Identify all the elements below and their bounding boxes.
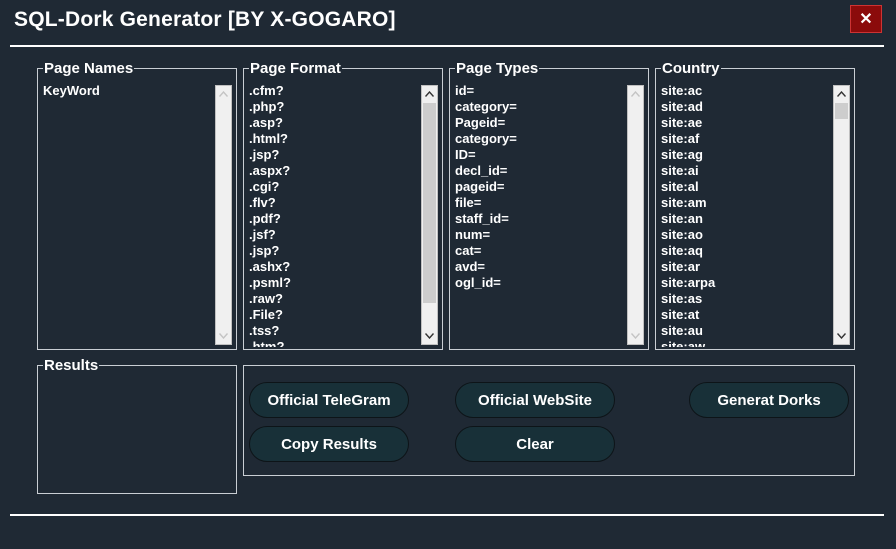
- list-item[interactable]: .jsf?: [249, 227, 420, 243]
- scroll-up-icon[interactable]: [216, 86, 231, 102]
- list-item[interactable]: .cgi?: [249, 179, 420, 195]
- list-item[interactable]: .jsp?: [249, 243, 420, 259]
- scroll-down-icon[interactable]: [216, 328, 231, 344]
- generate-dorks-button[interactable]: Generat Dorks: [689, 382, 849, 418]
- list-item[interactable]: file=: [455, 195, 626, 211]
- page-types-list[interactable]: id= category= Pageid= category= ID= decl_id= p…: [455, 83, 626, 347]
- country-scrollbar[interactable]: [833, 85, 850, 345]
- list-item[interactable]: site:ae: [661, 115, 832, 131]
- page-format-scrollbar[interactable]: [421, 85, 438, 345]
- list-item[interactable]: site:an: [661, 211, 832, 227]
- scroll-up-icon[interactable]: [628, 86, 643, 102]
- list-item[interactable]: staff_id=: [455, 211, 626, 227]
- official-website-button[interactable]: Official WebSite: [455, 382, 615, 418]
- list-item[interactable]: site:aq: [661, 243, 832, 259]
- list-item[interactable]: site:af: [661, 131, 832, 147]
- copy-results-button[interactable]: Copy Results: [249, 426, 409, 462]
- list-item[interactable]: .flv?: [249, 195, 420, 211]
- results-output[interactable]: [42, 378, 232, 489]
- list-item[interactable]: id=: [455, 83, 626, 99]
- list-item[interactable]: .tss?: [249, 323, 420, 339]
- scroll-up-icon[interactable]: [422, 86, 437, 102]
- scroll-thumb[interactable]: [835, 103, 848, 119]
- close-button[interactable]: ✕: [850, 5, 882, 33]
- page-names-label: Page Names: [43, 60, 135, 77]
- country-group: Country site:ac site:ad site:ae site:af site…: [655, 60, 855, 350]
- scroll-thumb[interactable]: [423, 103, 436, 303]
- list-item[interactable]: .jsp?: [249, 147, 420, 163]
- list-item[interactable]: .php?: [249, 99, 420, 115]
- results-group: Results: [37, 357, 237, 494]
- list-item[interactable]: .cfm?: [249, 83, 420, 99]
- close-icon: ✕: [859, 11, 873, 28]
- list-item[interactable]: site:ao: [661, 227, 832, 243]
- scroll-down-icon[interactable]: [422, 328, 437, 344]
- list-item[interactable]: site:arpa: [661, 275, 832, 291]
- list-item[interactable]: avd=: [455, 259, 626, 275]
- list-item[interactable]: site:am: [661, 195, 832, 211]
- country-list[interactable]: site:ac site:ad site:ae site:af site:ag site:…: [661, 83, 832, 347]
- list-item[interactable]: site:au: [661, 323, 832, 339]
- country-label: Country: [661, 60, 721, 77]
- list-item[interactable]: site:ag: [661, 147, 832, 163]
- list-item[interactable]: site:ad: [661, 99, 832, 115]
- page-format-label: Page Format: [249, 60, 342, 77]
- list-item[interactable]: .ashx?: [249, 259, 420, 275]
- list-item[interactable]: Pageid=: [455, 115, 626, 131]
- official-telegram-button[interactable]: Official TeleGram: [249, 382, 409, 418]
- page-names-list[interactable]: KeyWord: [43, 83, 214, 347]
- list-item[interactable]: ID=: [455, 147, 626, 163]
- clear-button[interactable]: Clear: [455, 426, 615, 462]
- page-types-group: Page Types id= category= Pageid= category= I…: [449, 60, 649, 350]
- list-item[interactable]: .htm?: [249, 339, 420, 347]
- list-item[interactable]: site:as: [661, 291, 832, 307]
- bottom-divider: [10, 514, 884, 516]
- list-item[interactable]: category=: [455, 131, 626, 147]
- list-item[interactable]: category=: [455, 99, 626, 115]
- window-title: SQL-Dork Generator [BY X-GOGARO]: [14, 8, 396, 31]
- list-item[interactable]: .aspx?: [249, 163, 420, 179]
- page-names-group: Page Names KeyWord: [37, 60, 237, 350]
- page-types-label: Page Types: [455, 60, 540, 77]
- page-format-list[interactable]: .cfm? .php? .asp? .html? .jsp? .aspx? .cgi? .fl…: [249, 83, 420, 347]
- list-item[interactable]: site:at: [661, 307, 832, 323]
- list-item[interactable]: .raw?: [249, 291, 420, 307]
- list-item[interactable]: .asp?: [249, 115, 420, 131]
- list-item[interactable]: site:aw: [661, 339, 832, 347]
- list-item[interactable]: KeyWord: [43, 83, 214, 99]
- list-item[interactable]: site:ac: [661, 83, 832, 99]
- page-format-group: Page Format .cfm? .php? .asp? .html? .jsp? .a…: [243, 60, 443, 350]
- results-label: Results: [43, 357, 100, 374]
- list-item[interactable]: .pdf?: [249, 211, 420, 227]
- page-types-scrollbar[interactable]: [627, 85, 644, 345]
- list-item[interactable]: site:al: [661, 179, 832, 195]
- list-item[interactable]: num=: [455, 227, 626, 243]
- list-item[interactable]: .File?: [249, 307, 420, 323]
- list-item[interactable]: .psml?: [249, 275, 420, 291]
- list-item[interactable]: ogl_id=: [455, 275, 626, 291]
- list-item[interactable]: .html?: [249, 131, 420, 147]
- list-item[interactable]: pageid=: [455, 179, 626, 195]
- list-item[interactable]: decl_id=: [455, 163, 626, 179]
- top-divider: [10, 45, 884, 47]
- scroll-up-icon[interactable]: [834, 86, 849, 102]
- page-names-scrollbar[interactable]: [215, 85, 232, 345]
- list-item[interactable]: cat=: [455, 243, 626, 259]
- list-item[interactable]: site:ai: [661, 163, 832, 179]
- scroll-down-icon[interactable]: [834, 328, 849, 344]
- scroll-down-icon[interactable]: [628, 328, 643, 344]
- list-item[interactable]: site:ar: [661, 259, 832, 275]
